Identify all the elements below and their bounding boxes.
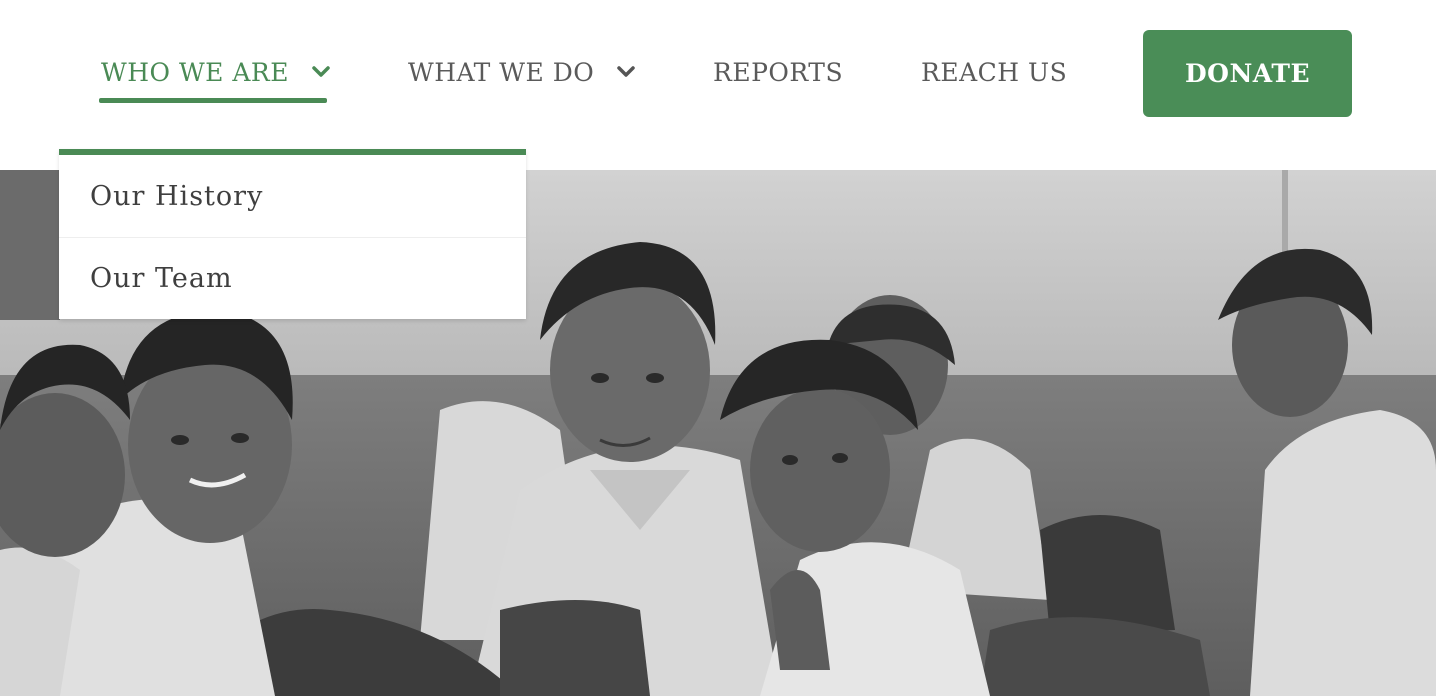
- nav-item-reach-us[interactable]: REACH US: [921, 52, 1067, 92]
- nav-item-reports[interactable]: REPORTS: [713, 52, 843, 92]
- dropdown-item-our-history[interactable]: Our History: [59, 155, 526, 237]
- nav-item-label: WHO WE ARE: [101, 57, 289, 87]
- donate-button[interactable]: DONATE: [1143, 30, 1352, 117]
- dropdown-item-our-team[interactable]: Our Team: [59, 237, 526, 319]
- active-nav-underline: [99, 98, 327, 103]
- chevron-down-icon: [311, 65, 331, 79]
- nav-item-label: WHAT WE DO: [408, 57, 595, 87]
- page: WHO WE ARE WHAT WE DO REPORTS REACH US D…: [0, 0, 1436, 696]
- nav-item-label: REPORTS: [713, 57, 844, 87]
- who-we-are-dropdown: Our History Our Team: [59, 149, 526, 319]
- site-header: WHO WE ARE WHAT WE DO REPORTS REACH US D…: [0, 0, 1436, 170]
- nav-item-who-we-are[interactable]: WHO WE ARE: [101, 52, 331, 92]
- nav-item-label: REACH US: [921, 57, 1068, 87]
- chevron-down-icon: [616, 65, 636, 79]
- nav-item-what-we-do[interactable]: WHAT WE DO: [408, 52, 636, 92]
